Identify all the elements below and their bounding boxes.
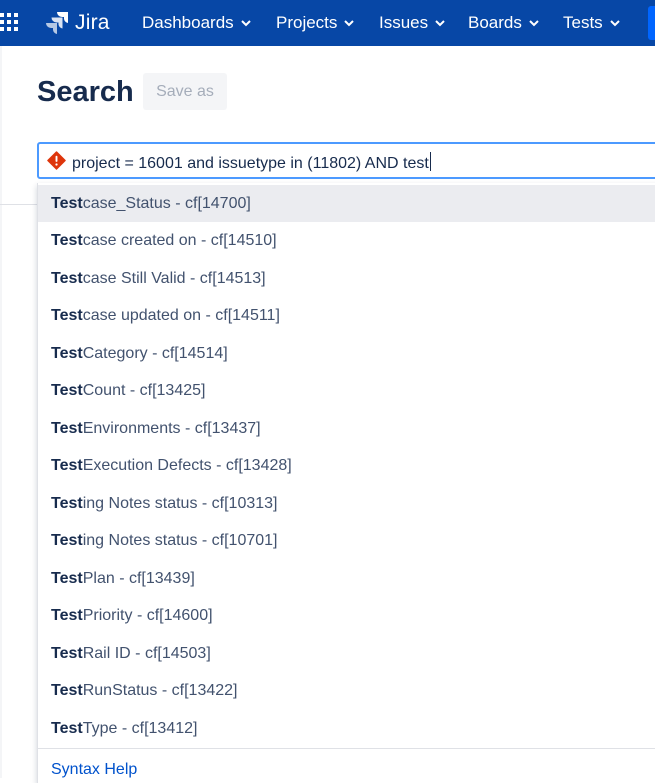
suggestion-item[interactable]: Test ing Notes status - cf[10701] <box>38 522 655 559</box>
suggestion-item[interactable]: Test Environments - cf[13437] <box>38 410 655 447</box>
suggestion-match: Test <box>51 306 83 324</box>
suggestion-item[interactable]: Test case created on - cf[14510] <box>38 222 655 259</box>
app-switcher-icon[interactable] <box>0 13 20 33</box>
suggestion-rest: Category - cf[14514] <box>82 344 228 362</box>
nav-tests[interactable]: Tests <box>563 12 620 34</box>
suggestion-item[interactable]: Test case_Status - cf[14700] <box>38 185 655 222</box>
nav-issues[interactable]: Issues <box>379 12 445 34</box>
nav-projects[interactable]: Projects <box>276 12 355 34</box>
suggestion-item[interactable]: Test ing Notes status - cf[10313] <box>38 485 655 522</box>
suggestion-item[interactable]: Test Priority - cf[14600] <box>38 597 655 634</box>
dropdown-divider <box>38 748 655 749</box>
create-button[interactable] <box>648 6 655 40</box>
nav-projects-label: Projects <box>276 13 338 32</box>
suggestion-match: Test <box>51 194 83 212</box>
suggestion-match: Test <box>51 419 83 437</box>
suggestion-rest: case_Status - cf[14700] <box>82 194 251 212</box>
chevron-down-icon <box>609 19 620 26</box>
suggestion-item[interactable]: Test Category - cf[14514] <box>38 335 655 372</box>
suggestion-rest: Type - cf[13412] <box>82 719 198 737</box>
suggestion-match: Test <box>51 231 83 249</box>
syntax-help-link[interactable]: Syntax Help <box>51 761 137 779</box>
jql-query-value: project = 16001 and issuetype in (11802)… <box>72 155 429 172</box>
suggestion-rest: ing Notes status - cf[10701] <box>82 531 278 549</box>
suggestion-rest: ing Notes status - cf[10313] <box>82 494 278 512</box>
sidebar-edge <box>0 46 2 778</box>
nav-boards[interactable]: Boards <box>468 12 539 34</box>
error-icon <box>47 151 66 170</box>
nav-issues-label: Issues <box>379 13 429 32</box>
autocomplete-dropdown: Test case_Status - cf[14700] Test case cr… <box>37 183 655 783</box>
suggestion-rest: case updated on - cf[14511] <box>82 306 280 324</box>
chevron-down-icon <box>240 19 251 26</box>
suggestion-item[interactable]: Test Execution Defects - cf[13428] <box>38 447 655 484</box>
suggestion-rest: Rail ID - cf[14503] <box>82 644 211 662</box>
chevron-down-icon <box>344 19 355 26</box>
chevron-down-icon <box>529 19 539 26</box>
suggestion-match: Test <box>51 569 83 587</box>
suggestion-match: Test <box>51 681 83 699</box>
chevron-down-icon <box>435 19 445 26</box>
nav-tests-label: Tests <box>563 13 603 32</box>
suggestion-rest: Count - cf[13425] <box>82 381 206 399</box>
top-navigation-bar: Jira Dashboards Projects Issues Boards T… <box>0 0 655 46</box>
save-as-button[interactable]: Save as <box>143 73 227 110</box>
suggestion-item[interactable]: Test Rail ID - cf[14503] <box>38 635 655 672</box>
suggestion-match: Test <box>51 531 83 549</box>
suggestion-item[interactable]: Test Type - cf[13412] <box>38 710 655 747</box>
suggestion-match: Test <box>51 719 83 737</box>
suggestion-item[interactable]: Test case updated on - cf[14511] <box>38 297 655 334</box>
jira-logo-icon <box>46 12 68 34</box>
logo-text: Jira <box>75 11 110 34</box>
suggestion-rest: case Still Valid - cf[14513] <box>82 269 266 287</box>
jql-query-text: project = 16001 and issuetype in (11802)… <box>72 152 431 173</box>
suggestion-item[interactable]: Test case Still Valid - cf[14513] <box>38 260 655 297</box>
suggestion-rest: Environments - cf[13437] <box>82 419 261 437</box>
nav-dashboards-label: Dashboards <box>142 13 234 32</box>
suggestion-rest: RunStatus - cf[13422] <box>82 681 238 699</box>
suggestion-match: Test <box>51 456 83 474</box>
jql-search-input[interactable]: project = 16001 and issuetype in (11802)… <box>37 142 655 179</box>
page-title: Search <box>37 76 134 108</box>
suggestion-rest: case created on - cf[14510] <box>82 231 277 249</box>
suggestion-item[interactable]: Test RunStatus - cf[13422] <box>38 672 655 709</box>
nav-boards-label: Boards <box>468 13 522 32</box>
suggestion-rest: Execution Defects - cf[13428] <box>82 456 292 474</box>
suggestion-match: Test <box>51 344 83 362</box>
suggestion-match: Test <box>51 494 83 512</box>
suggestion-rest: Priority - cf[14600] <box>82 606 213 624</box>
suggestion-item[interactable]: Test Plan - cf[13439] <box>38 560 655 597</box>
suggestion-item[interactable]: Test Count - cf[13425] <box>38 372 655 409</box>
text-caret <box>429 152 431 171</box>
suggestion-match: Test <box>51 269 83 287</box>
suggestion-match: Test <box>51 606 83 624</box>
jira-logo[interactable]: Jira <box>44 9 110 37</box>
divider <box>0 204 40 205</box>
suggestion-match: Test <box>51 381 83 399</box>
nav-dashboards[interactable]: Dashboards <box>142 12 251 34</box>
suggestion-match: Test <box>51 644 83 662</box>
suggestion-rest: Plan - cf[13439] <box>82 569 195 587</box>
